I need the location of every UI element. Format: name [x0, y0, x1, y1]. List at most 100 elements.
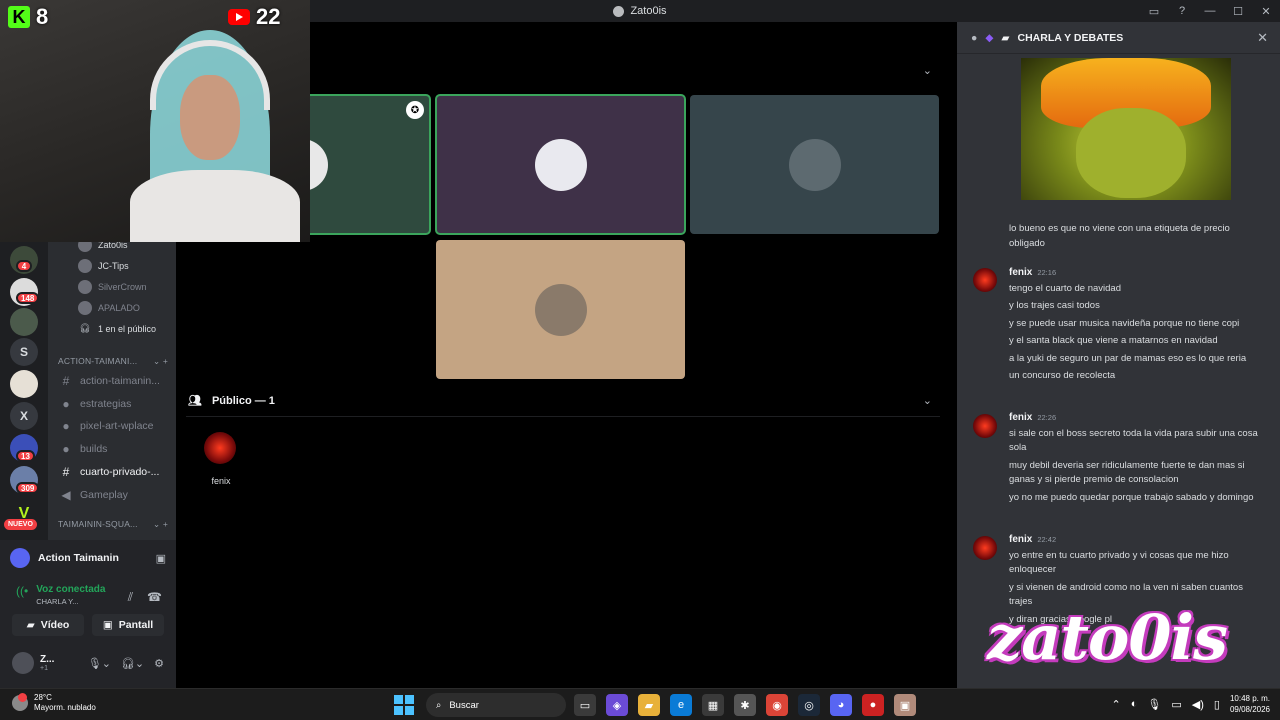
- chat-title: CHARLA Y DEBATES: [1017, 31, 1124, 44]
- kick-logo-icon: K: [8, 6, 30, 28]
- speaker-tile[interactable]: [435, 94, 686, 235]
- temperature: 28°C: [34, 693, 52, 702]
- speaker-tile[interactable]: ✪: [276, 94, 431, 235]
- channel-gameplay[interactable]: ◀︎ Gameplay: [60, 488, 175, 502]
- message-author[interactable]: fenix: [1009, 533, 1032, 548]
- server-info-row[interactable]: Action Taimanin ▣: [10, 548, 166, 568]
- store-icon[interactable]: ▦: [702, 694, 724, 716]
- windows-start-icon[interactable]: [394, 695, 414, 715]
- gif-image[interactable]: [1021, 58, 1231, 200]
- add-channel-icon[interactable]: ⌄ +: [153, 356, 168, 367]
- clock[interactable]: 10:48 p. m. 09/08/2026: [1230, 693, 1270, 715]
- noise-suppression-icon[interactable]: ⫽: [128, 590, 133, 605]
- video-label: Vídeo: [40, 619, 70, 631]
- speaker-tile[interactable]: [436, 240, 685, 379]
- edge-icon[interactable]: e: [670, 694, 692, 716]
- message-line: un concurso de recolecta: [1009, 370, 1116, 381]
- audience-member[interactable]: fenix: [204, 432, 238, 486]
- current-user: Z... +1 🎙︎⌄ 🎧︎⌄ ⚙︎: [12, 652, 164, 674]
- stage-icon: ◆: [985, 31, 994, 44]
- inbox-icon[interactable]: ▭: [1140, 5, 1168, 18]
- search-placeholder: Buscar: [449, 699, 479, 711]
- microphone-icon[interactable]: 🎙︎⌄: [88, 657, 111, 670]
- weather-widget[interactable]: 28°C Mayorm. nublado: [12, 693, 96, 713]
- webcam-body: [130, 170, 300, 242]
- server-icon-3[interactable]: [10, 308, 38, 336]
- message-line: yo entre en tu cuarto privado y vi cosas…: [1009, 549, 1229, 576]
- tray-app-icon[interactable]: ◐: [1131, 698, 1138, 710]
- steam-icon[interactable]: ◎: [798, 694, 820, 716]
- settings-gear-icon[interactable]: ⚙︎: [154, 657, 164, 670]
- taskbar-search[interactable]: ⌕ Buscar: [426, 693, 566, 717]
- file-explorer-icon[interactable]: ▰: [638, 694, 660, 716]
- server-icon-5[interactable]: [10, 370, 38, 398]
- username: Z...: [40, 654, 55, 665]
- channel-cuarto-privado[interactable]: # cuarto-privado-...: [60, 465, 175, 479]
- avatar[interactable]: [973, 414, 997, 438]
- activity-icon[interactable]: ▣: [156, 552, 166, 565]
- app-icon[interactable]: ✱: [734, 694, 756, 716]
- clock-date: 09/08/2026: [1229, 705, 1270, 714]
- chat-message: fenix 22:26 si sale con el boss secreto …: [1009, 411, 1261, 508]
- screen-share-button[interactable]: ▣ Pantall: [92, 614, 164, 636]
- channel-name: cuarto-privado-...: [80, 466, 160, 478]
- close-icon[interactable]: ✕: [1257, 30, 1268, 46]
- record-app-icon[interactable]: ●: [862, 694, 884, 716]
- network-icon[interactable]: ▭: [1171, 698, 1181, 711]
- maximize-button[interactable]: ☐: [1224, 5, 1252, 18]
- chevron-down-icon[interactable]: ⌄: [923, 394, 932, 407]
- channel-name: pixel-art-wplace: [80, 420, 154, 432]
- game-icon[interactable]: ▣: [894, 694, 916, 716]
- help-icon[interactable]: ?: [1168, 5, 1196, 17]
- battery-icon[interactable]: ▯: [1214, 698, 1220, 711]
- channel-pixel-art[interactable]: ● pixel-art-wplace: [60, 419, 175, 433]
- server-icon-x[interactable]: X: [10, 402, 38, 430]
- disconnect-icon[interactable]: ☎︎: [147, 590, 162, 605]
- server-icon: [613, 5, 625, 17]
- chevron-down-icon[interactable]: ⌄: [923, 64, 932, 77]
- teams-icon[interactable]: ◈: [606, 694, 628, 716]
- server-name: Action Taimanin: [38, 552, 119, 564]
- channel-builds[interactable]: ● builds: [60, 442, 175, 456]
- user-subtext: +1: [40, 665, 48, 672]
- close-window-button[interactable]: ✕: [1252, 5, 1280, 18]
- message-line: lo bueno es que no viene con una etiquet…: [1009, 223, 1230, 249]
- youtube-viewer-count: 22: [256, 4, 281, 29]
- avatar: [534, 283, 587, 336]
- chrome-icon[interactable]: ◉: [766, 694, 788, 716]
- minimize-button[interactable]: —: [1196, 5, 1224, 17]
- volume-icon[interactable]: ◀︎): [1192, 698, 1204, 711]
- category-action[interactable]: ACTION-TAIMANI... ⌄ +: [58, 356, 168, 367]
- voice-user-name: APALADO: [98, 303, 140, 313]
- task-view-icon[interactable]: ▭: [574, 694, 596, 716]
- unread-badge: 4: [16, 260, 32, 272]
- screen-icon: ▣: [102, 619, 113, 631]
- window-title: Zato0is: [613, 5, 667, 17]
- avatar[interactable]: [973, 536, 997, 560]
- channel-estrategias[interactable]: ● estrategias: [60, 397, 175, 411]
- voice-user[interactable]: JC-Tips: [78, 259, 129, 273]
- video-button[interactable]: ▰ Vídeo: [12, 614, 84, 636]
- avatar[interactable]: [12, 652, 34, 674]
- channel-action-taimanin[interactable]: # action-taimanin...: [60, 374, 175, 388]
- chat-message: lo bueno es que no viene con una etiquet…: [1009, 222, 1261, 254]
- speaker-tile[interactable]: [690, 95, 939, 234]
- audience-count[interactable]: 🎧︎ 1 en el público: [78, 323, 156, 334]
- message-line: yo no me puedo quedar porque trabajo sab…: [1009, 491, 1254, 503]
- avatar[interactable]: [973, 268, 997, 292]
- headphones-icon[interactable]: 🎧︎⌄: [121, 657, 144, 670]
- voice-user[interactable]: APALADO: [78, 301, 140, 315]
- message-author[interactable]: fenix: [1009, 266, 1032, 281]
- voice-connection-status[interactable]: ((• Voz conectada CHARLA Y...: [16, 584, 105, 606]
- discord-icon[interactable]: ◕: [830, 694, 852, 716]
- category-squad[interactable]: TAIMAININ-SQUA... ⌄ +: [58, 519, 168, 530]
- avatar: [204, 432, 236, 464]
- chevron-up-icon[interactable]: ⌃: [1112, 698, 1121, 711]
- headphones-icon: 🎧︎: [79, 323, 91, 333]
- message-author[interactable]: fenix: [1009, 411, 1032, 426]
- microphone-icon[interactable]: 🎙︎: [1147, 698, 1161, 711]
- server-icon-s[interactable]: S: [10, 338, 38, 366]
- message-header: fenix 22:26: [1009, 411, 1261, 426]
- voice-user[interactable]: SilverCrown: [78, 280, 147, 294]
- add-channel-icon[interactable]: ⌄ +: [153, 519, 168, 530]
